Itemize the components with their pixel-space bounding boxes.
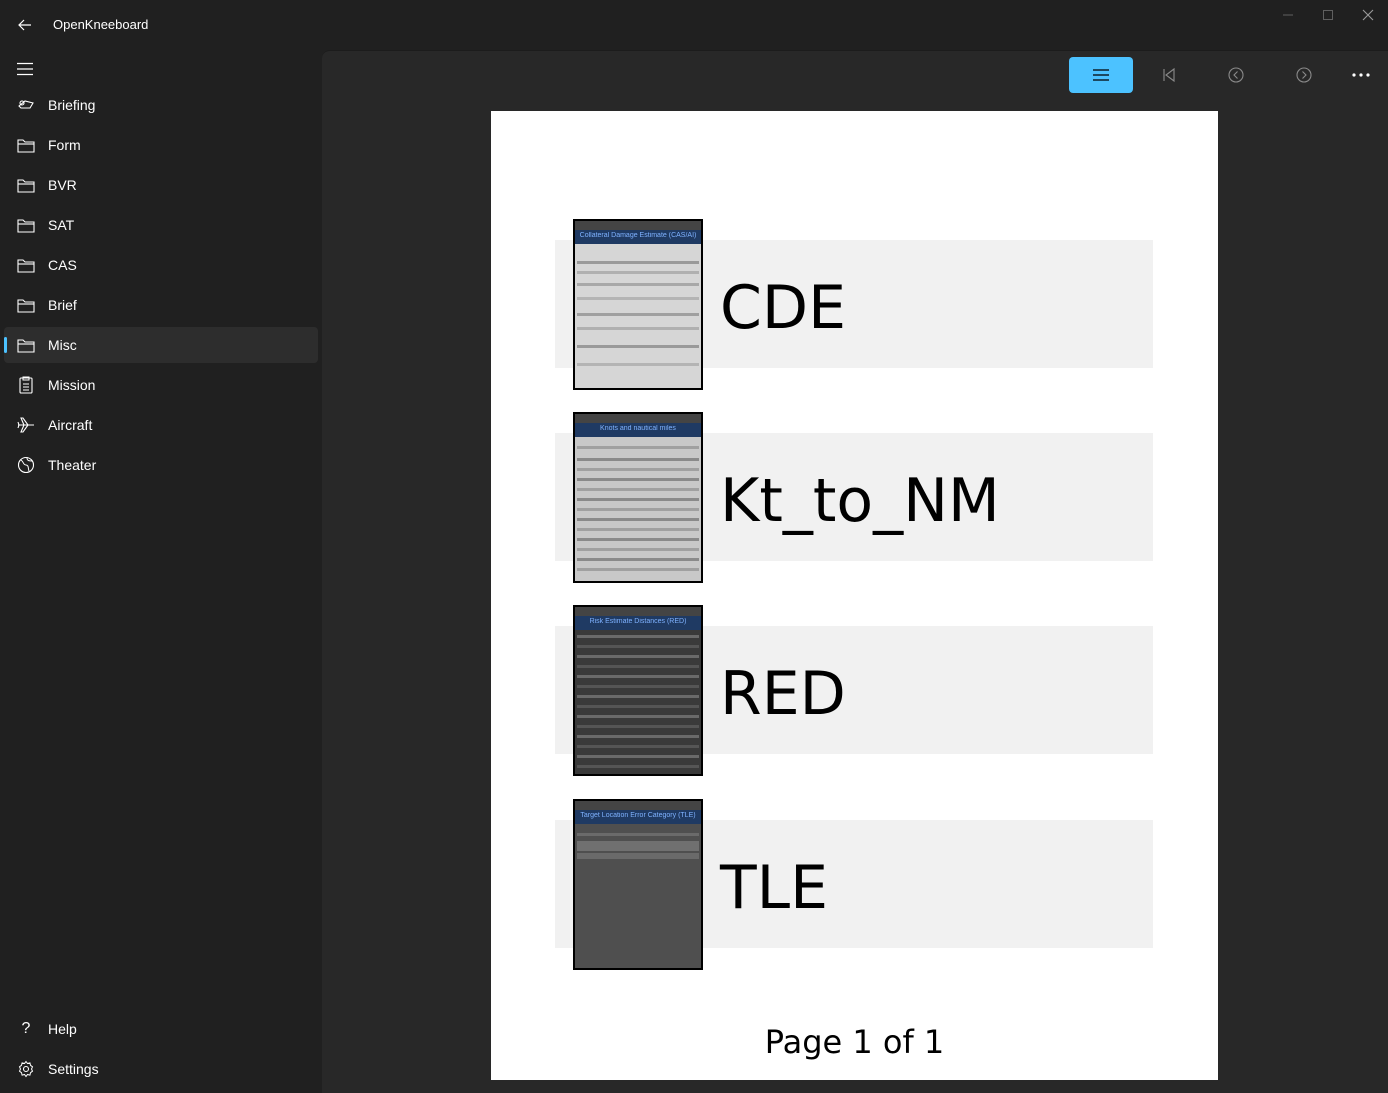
first-page-button[interactable] [1137,57,1201,93]
sidebar-item-label: SAT [48,217,75,233]
thumbnail-kt-to-nm[interactable]: Knots and nautical miles [573,412,703,583]
briefing-icon [16,95,36,115]
sidebar-item-label: Mission [48,377,96,393]
folder-icon [16,215,36,235]
settings-icon [16,1059,36,1079]
sidebar-item-sat[interactable]: SAT [4,207,318,243]
minimize-icon [1283,14,1293,16]
sidebar-item-label: BVR [48,177,77,193]
thumbnail-title: Collateral Damage Estimate (CAS/AI) [579,232,697,239]
close-icon [1362,9,1374,21]
sidebar-item-label: Form [48,137,81,153]
back-button[interactable] [10,10,40,40]
contents-button[interactable] [1069,57,1133,93]
sidebar-item-label: Aircraft [48,417,93,433]
sidebar-item-label: Misc [48,337,77,353]
app-title: OpenKneeboard [53,17,149,32]
thumbnail-tle[interactable]: Target Location Error Category (TLE) [573,799,703,970]
title-bar: OpenKneeboard [0,0,1388,50]
sidebar-item-mission[interactable]: Mission [4,367,318,403]
close-button[interactable] [1348,0,1388,30]
sidebar-item-form[interactable]: Form [4,127,318,163]
maximize-icon [1323,10,1333,20]
page-indicator: Page 1 of 1 [764,1023,945,1061]
toc-entry-label: RED [720,659,846,729]
next-page-icon [1296,67,1312,83]
aircraft-icon [16,415,36,435]
sidebar: Briefing Form BVR SAT CAS Brief Misc Mis… [0,50,322,1092]
thumbnail-title: Risk Estimate Distances (RED) [589,618,687,625]
sidebar-item-help[interactable]: ? Help [4,1011,318,1047]
sidebar-item-label: Settings [48,1061,99,1077]
selection-indicator [4,337,7,353]
sidebar-item-cas[interactable]: CAS [4,247,318,283]
next-page-button[interactable] [1272,57,1336,93]
sidebar-item-brief[interactable]: Brief [4,287,318,323]
more-options-button[interactable] [1329,57,1388,93]
content-area: Collateral Damage Estimate (CAS/AI) CDE … [322,50,1388,1093]
sidebar-item-label: Help [48,1021,77,1037]
sidebar-item-label: CAS [48,257,77,273]
sidebar-item-misc[interactable]: Misc [4,327,318,363]
sidebar-item-label: Theater [48,457,97,473]
globe-icon [16,455,36,475]
sidebar-item-bvr[interactable]: BVR [4,167,318,203]
thumbnail-title: Target Location Error Category (TLE) [580,812,696,819]
previous-page-button[interactable] [1204,57,1268,93]
menu-toggle-button[interactable] [10,54,40,84]
sidebar-item-aircraft[interactable]: Aircraft [4,407,318,443]
sidebar-item-label: Brief [48,297,77,313]
toc-entry-label: CDE [720,273,847,343]
sidebar-item-theater[interactable]: Theater [4,447,318,483]
contents-icon [1093,69,1109,81]
folder-icon [16,295,36,315]
sidebar-item-briefing[interactable]: Briefing [4,87,318,123]
toc-entry-label: TLE [720,853,828,923]
folder-icon [16,175,36,195]
minimize-button[interactable] [1268,0,1308,30]
back-arrow-icon [18,19,31,31]
folder-icon [16,335,36,355]
toc-entry-label: Kt_to_NM [720,466,1000,536]
thumbnail-title: Knots and nautical miles [600,425,676,432]
more-icon [1352,73,1370,77]
thumbnail-red[interactable]: Risk Estimate Distances (RED) [573,605,703,776]
previous-page-icon [1228,67,1244,83]
mission-icon [16,375,36,395]
sidebar-item-label: Briefing [48,97,96,113]
sidebar-item-settings[interactable]: Settings [4,1051,318,1087]
kneeboard-page: Collateral Damage Estimate (CAS/AI) CDE … [491,111,1218,1080]
thumbnail-cde[interactable]: Collateral Damage Estimate (CAS/AI) [573,219,703,390]
help-icon: ? [21,1020,31,1037]
first-page-icon [1163,67,1175,83]
maximize-button[interactable] [1308,0,1348,30]
folder-icon [16,255,36,275]
hamburger-icon [17,62,33,76]
folder-icon [16,135,36,155]
